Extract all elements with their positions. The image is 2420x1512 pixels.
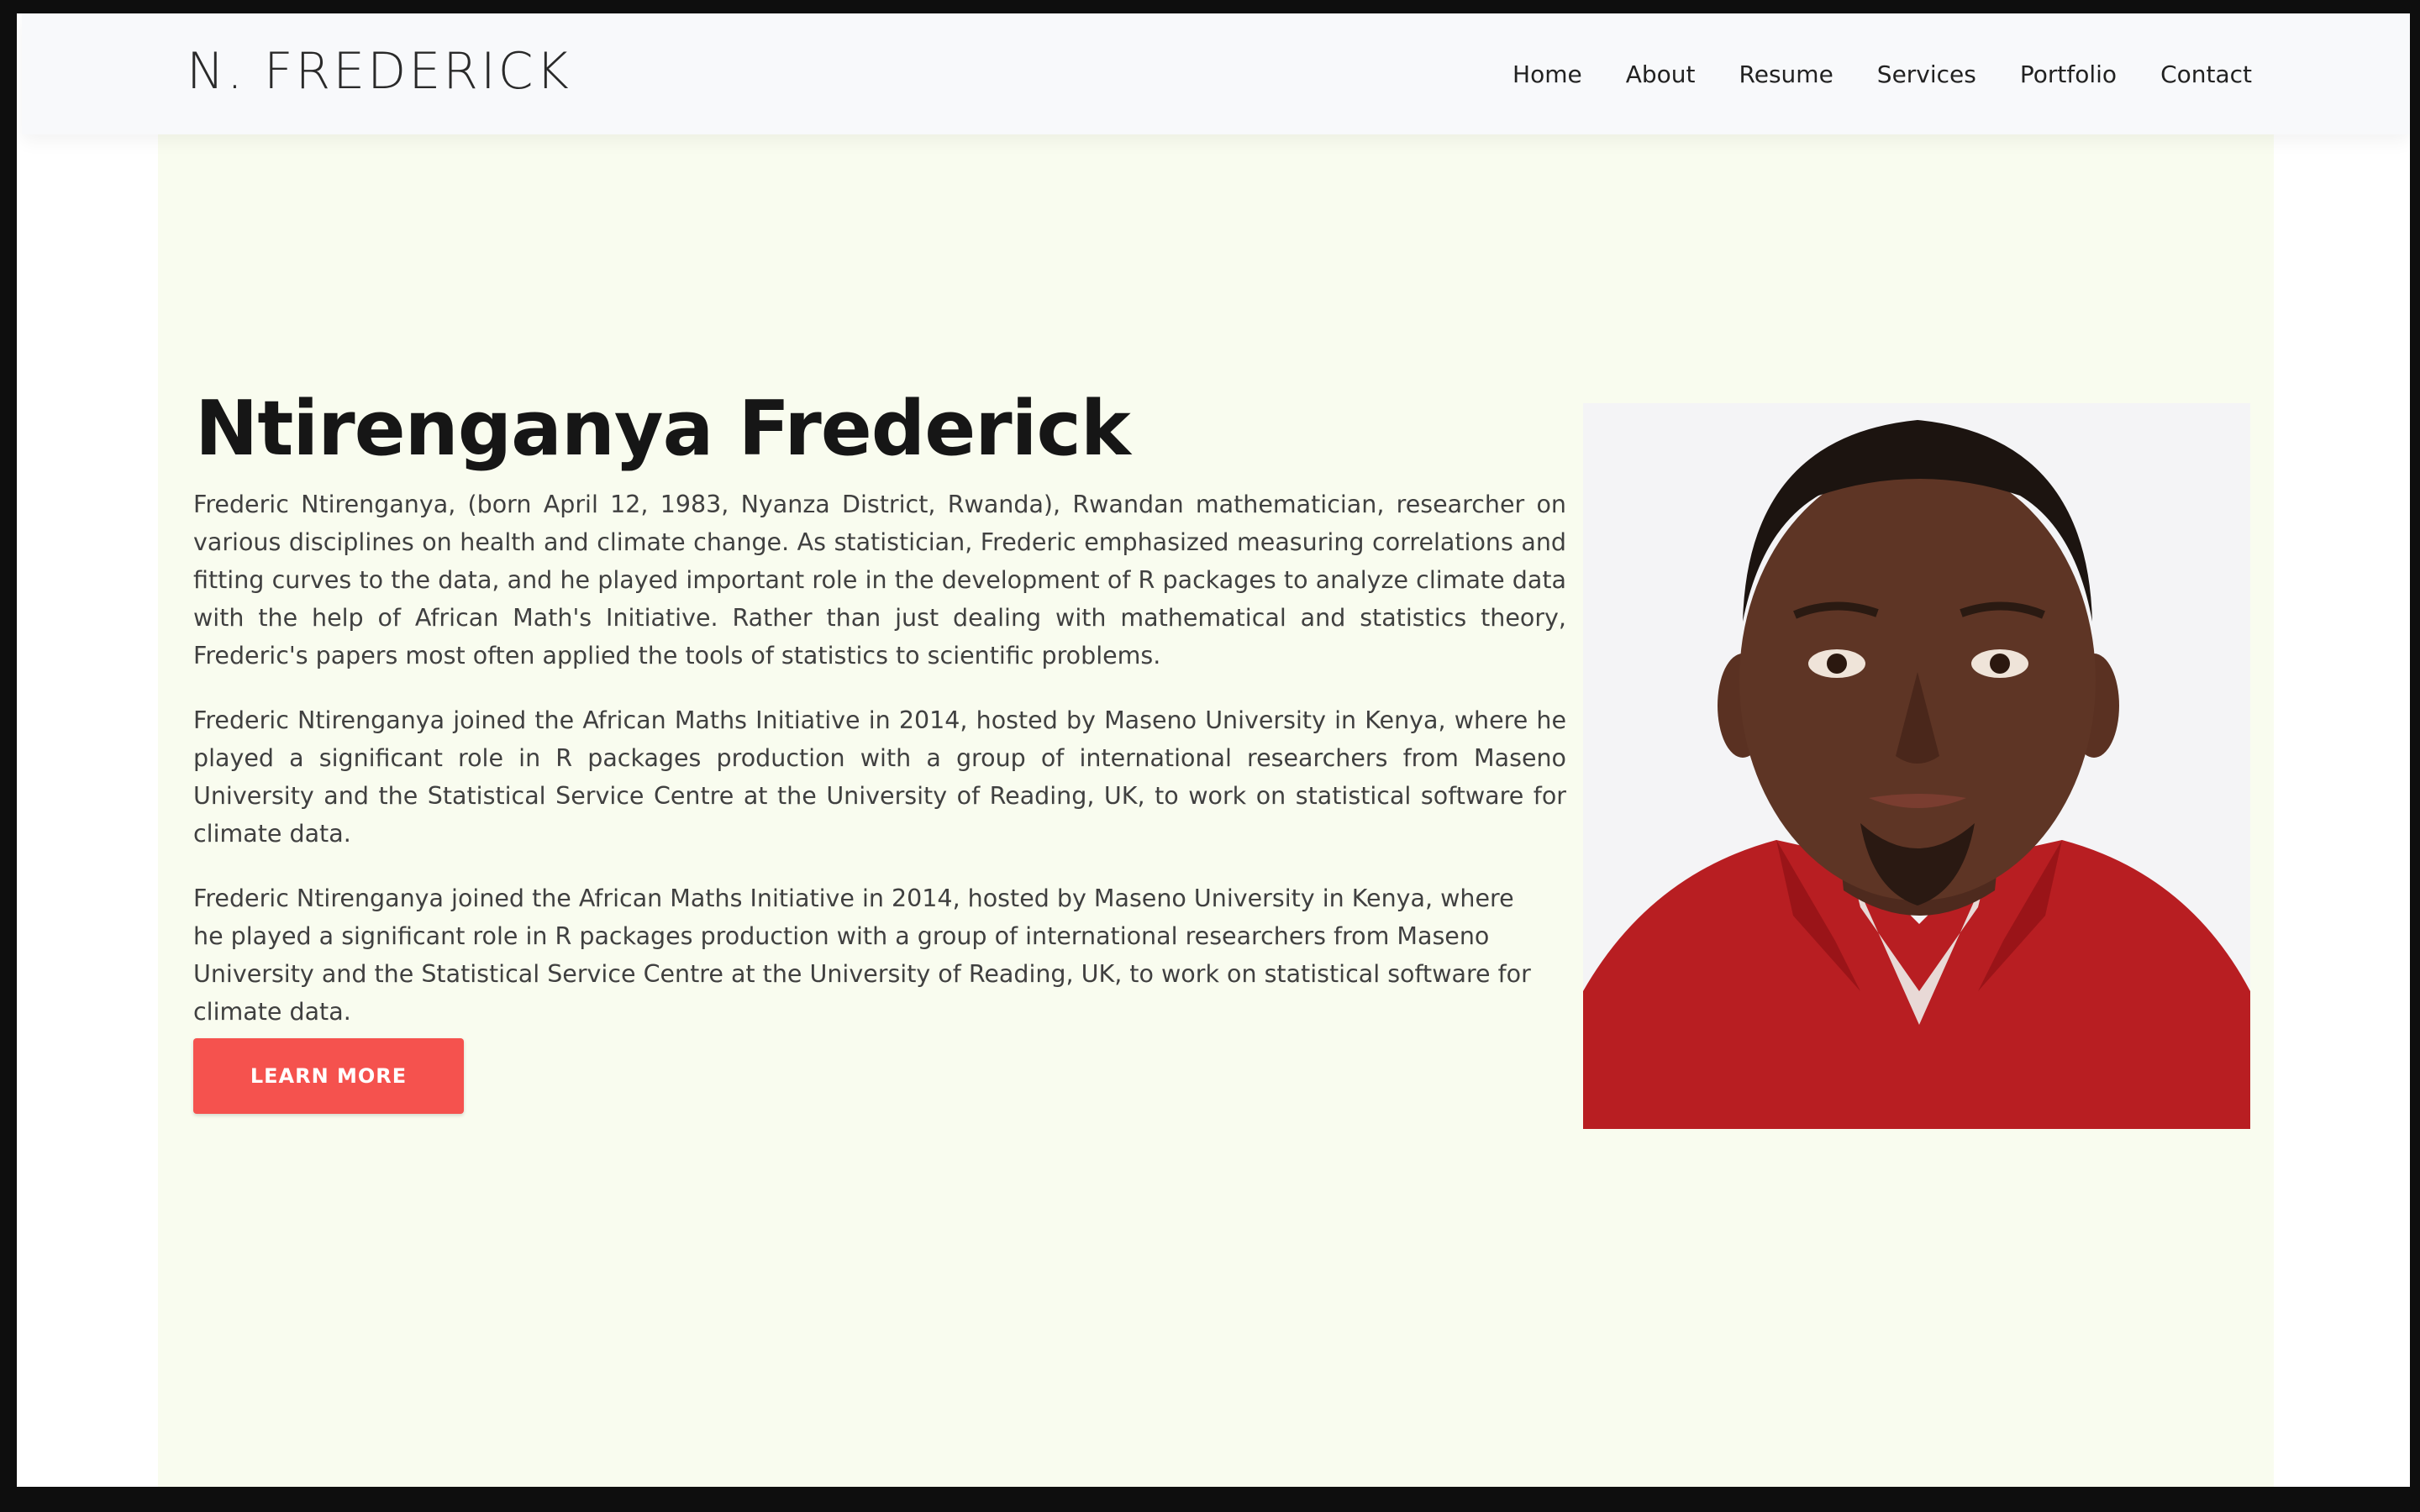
hero-title: Ntirenganya Frederick bbox=[195, 385, 1131, 473]
brand-logo[interactable]: N. FREDERICK bbox=[187, 42, 571, 101]
bio-paragraph: Frederic Ntirenganya joined the African … bbox=[193, 885, 1531, 1026]
portrait-illustration bbox=[1583, 403, 2250, 1129]
nav-link-services[interactable]: Services bbox=[1877, 60, 1976, 88]
profile-photo bbox=[1583, 403, 2250, 1129]
nav-menu: Home About Resume Services Portfolio Con… bbox=[1512, 60, 2252, 88]
bio-paragraph: Frederic Ntirenganya joined the African … bbox=[193, 706, 1566, 848]
nav-link-portfolio[interactable]: Portfolio bbox=[2020, 60, 2117, 88]
nav-link-resume[interactable]: Resume bbox=[1739, 60, 1833, 88]
nav-link-home[interactable]: Home bbox=[1512, 60, 1582, 88]
browser-viewport: N. FREDERICK Home About Resume Services … bbox=[17, 13, 2410, 1487]
hero-bio: Frederic Ntirenganya, (born April 12, 19… bbox=[193, 486, 1566, 1058]
hero-section: Ntirenganya Frederick Frederic Ntirengan… bbox=[158, 134, 2274, 1487]
nav-link-about[interactable]: About bbox=[1626, 60, 1696, 88]
nav-link-contact[interactable]: Contact bbox=[2160, 60, 2252, 88]
bio-paragraph: Frederic Ntirenganya, (born April 12, 19… bbox=[193, 491, 1566, 669]
learn-more-button[interactable]: LEARN MORE bbox=[193, 1038, 464, 1114]
navbar: N. FREDERICK Home About Resume Services … bbox=[22, 13, 2410, 134]
